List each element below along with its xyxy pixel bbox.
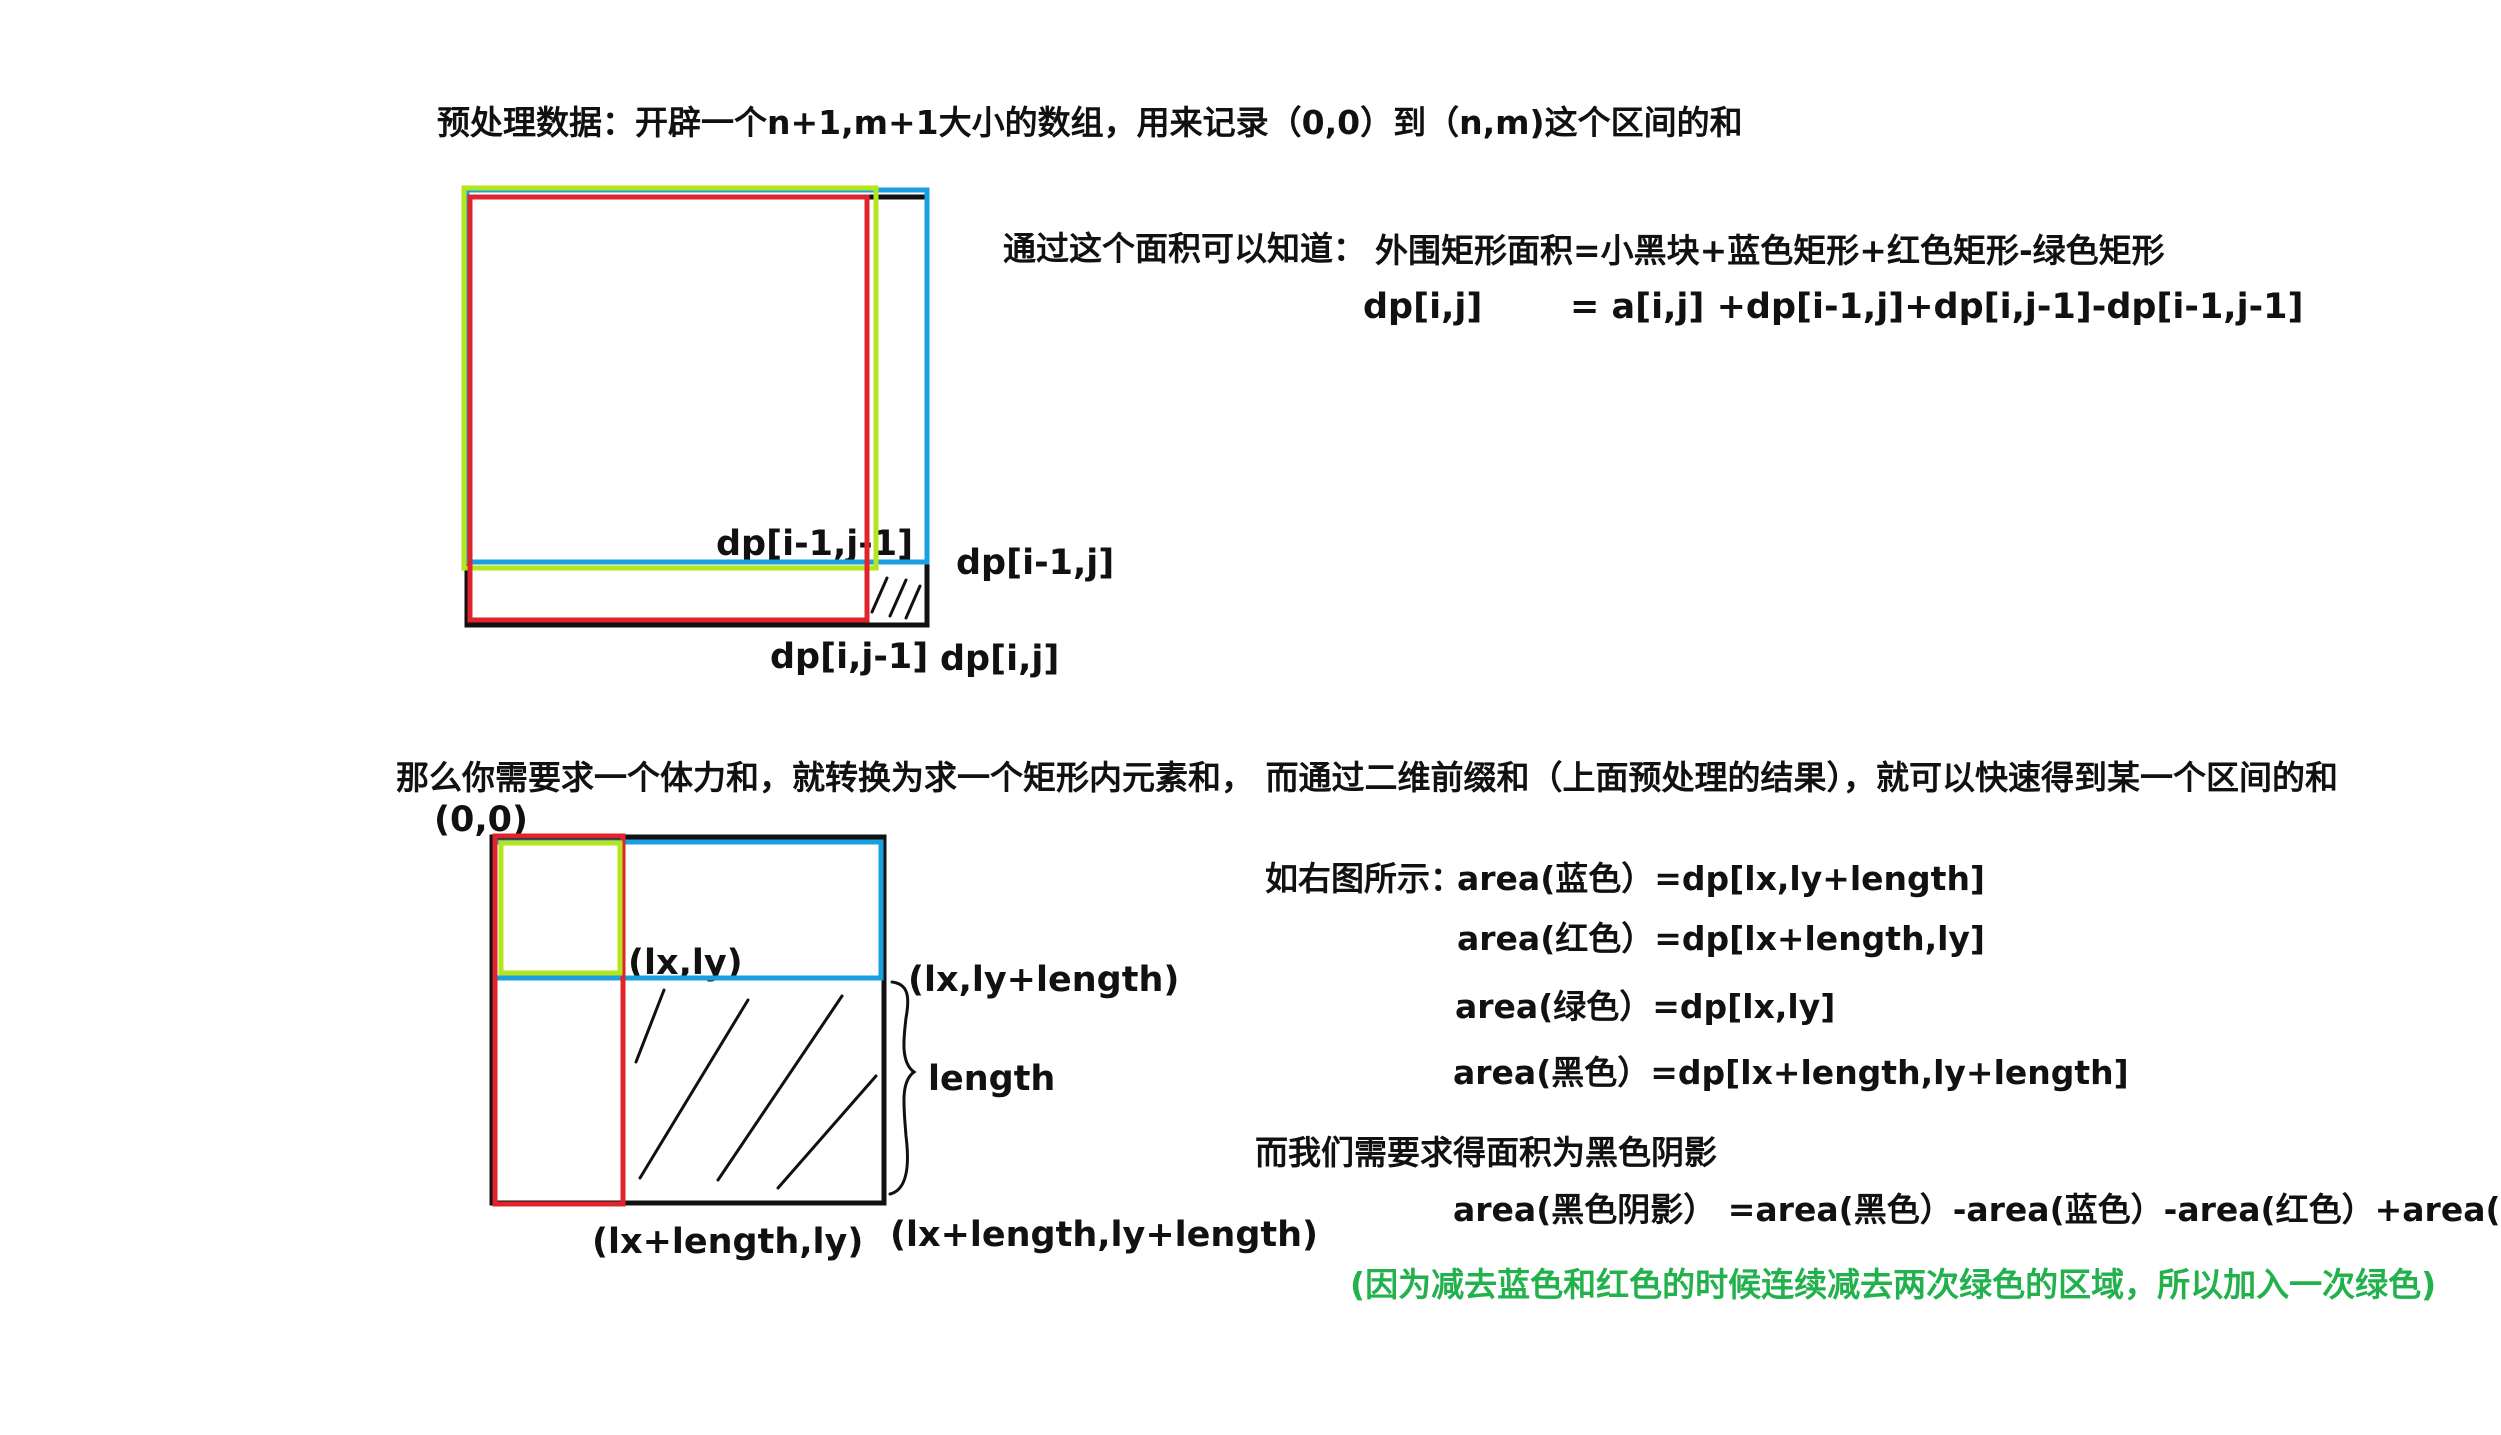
diagram-2	[489, 833, 917, 1207]
green-rect-2	[498, 840, 623, 976]
diagram-1	[461, 185, 930, 628]
red-rect-2	[492, 833, 626, 1207]
hatch-shaded-area	[634, 988, 878, 1190]
blue-rect	[464, 187, 930, 565]
green-rect	[461, 185, 879, 571]
hatch-small-block	[870, 576, 922, 620]
blue-rect-2	[492, 839, 884, 981]
diagram-canvas	[461, 185, 930, 1207]
red-rect	[467, 194, 870, 623]
length-brace	[888, 980, 917, 1196]
